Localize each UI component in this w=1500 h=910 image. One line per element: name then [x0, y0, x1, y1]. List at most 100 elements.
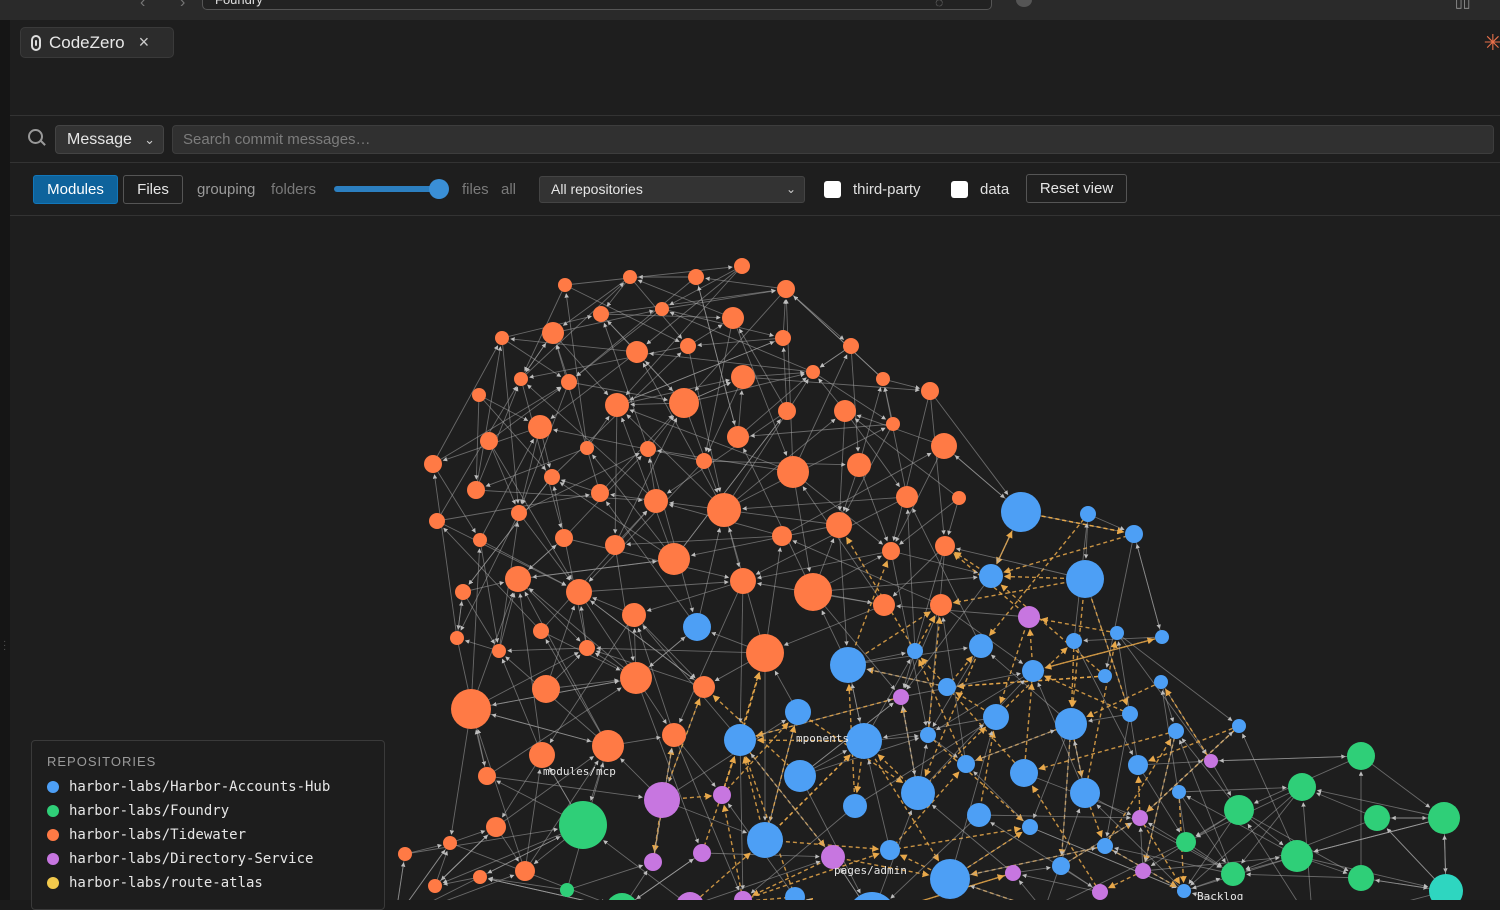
graph-node[interactable] [533, 623, 549, 639]
modules-button[interactable]: Modules [33, 175, 118, 204]
search-mode-select[interactable]: Message ⌄ [55, 125, 164, 154]
graph-node[interactable] [921, 382, 939, 400]
graph-node[interactable] [1221, 862, 1245, 886]
graph-node[interactable] [1066, 560, 1104, 598]
tab-codezero[interactable]: CodeZero × [20, 27, 174, 58]
graph-node[interactable] [669, 388, 699, 418]
graph-node[interactable] [930, 859, 970, 899]
graph-node[interactable] [785, 699, 811, 725]
graph-node[interactable] [680, 338, 696, 354]
graph-node[interactable] [1176, 832, 1196, 852]
graph-node[interactable] [969, 634, 993, 658]
graph-node[interactable] [473, 870, 487, 884]
graph-node[interactable] [893, 689, 909, 705]
graph-node[interactable] [722, 307, 744, 329]
graph-node[interactable] [834, 400, 856, 422]
graph-node[interactable] [826, 512, 852, 538]
graph-node[interactable] [724, 724, 756, 756]
graph-node[interactable] [777, 456, 809, 488]
graph-node[interactable] [605, 535, 625, 555]
graph-node[interactable] [492, 644, 506, 658]
graph-node[interactable] [544, 469, 560, 485]
graph-node[interactable] [896, 486, 918, 508]
graph-node[interactable] [734, 891, 752, 900]
graph-node[interactable] [935, 536, 955, 556]
graph-node[interactable] [731, 365, 755, 389]
graph-node[interactable] [443, 836, 457, 850]
graph-node[interactable] [640, 441, 656, 457]
graph-node[interactable] [983, 704, 1009, 730]
graph-node[interactable] [591, 484, 609, 502]
graph-node[interactable] [1224, 795, 1254, 825]
graph-node[interactable] [542, 322, 564, 344]
graph-node[interactable] [1155, 630, 1169, 644]
data-checkbox[interactable] [951, 181, 968, 198]
graph-node[interactable] [683, 613, 711, 641]
graph-node[interactable] [830, 647, 866, 683]
graph-node[interactable] [882, 542, 900, 560]
graph-node[interactable] [785, 887, 805, 900]
legend-item[interactable]: harbor-labs/Harbor-Accounts-Hub [47, 775, 384, 799]
graph-node[interactable] [658, 543, 690, 575]
graph-node[interactable] [746, 634, 784, 672]
graph-node[interactable] [473, 533, 487, 547]
graph-node[interactable] [676, 892, 704, 900]
graph-node[interactable] [1177, 884, 1191, 898]
graph-node[interactable] [579, 640, 595, 656]
graph-node[interactable] [1122, 706, 1138, 722]
graph-node[interactable] [772, 526, 792, 546]
graph-node[interactable] [848, 892, 896, 900]
graph-node[interactable] [559, 801, 607, 849]
graph-node[interactable] [693, 676, 715, 698]
graph-node[interactable] [1125, 525, 1143, 543]
graph-node[interactable] [428, 879, 442, 893]
globe-icon[interactable] [1016, 0, 1032, 7]
graph-node[interactable] [532, 675, 560, 703]
graph-node[interactable] [1097, 838, 1113, 854]
graph-node[interactable] [528, 415, 552, 439]
third-party-checkbox[interactable] [824, 181, 841, 198]
graph-node[interactable] [1001, 492, 1041, 532]
graph-node[interactable] [467, 481, 485, 499]
graph-node[interactable] [938, 678, 956, 696]
graph-node[interactable] [957, 755, 975, 773]
graph-node[interactable] [713, 786, 731, 804]
graph-node[interactable] [1281, 840, 1313, 872]
graph-node[interactable] [778, 402, 796, 420]
graph-node[interactable] [1288, 773, 1316, 801]
graph-node[interactable] [644, 489, 668, 513]
graph-node[interactable] [593, 306, 609, 322]
graph-node[interactable] [1428, 802, 1460, 834]
graph-node[interactable] [555, 529, 573, 547]
graph-node[interactable] [1098, 669, 1112, 683]
graph-node[interactable] [1092, 884, 1108, 900]
files-button[interactable]: Files [123, 175, 183, 204]
graph-node[interactable] [693, 844, 711, 862]
chevron-left-icon[interactable]: ‹ [140, 0, 145, 12]
chevron-right-icon[interactable]: › [180, 0, 185, 12]
graph-node[interactable] [886, 417, 900, 431]
graph-node[interactable] [930, 594, 952, 616]
graph-node[interactable] [450, 631, 464, 645]
legend-item[interactable]: harbor-labs/Directory-Service [47, 847, 384, 871]
graph-node[interactable] [873, 594, 895, 616]
graph-node[interactable] [931, 433, 957, 459]
graph-node[interactable] [775, 330, 791, 346]
chat-bubble-icon[interactable]: ◌ [935, 0, 943, 10]
graph-node[interactable] [1055, 708, 1087, 740]
graph-node[interactable] [480, 432, 498, 450]
resize-handle-icon[interactable]: ··· [3, 640, 6, 652]
graph-node[interactable] [730, 568, 756, 594]
graph-node[interactable] [843, 794, 867, 818]
graph-node[interactable] [561, 374, 577, 390]
graph-node[interactable] [1022, 819, 1038, 835]
graph-node[interactable] [979, 564, 1003, 588]
graph-node[interactable] [558, 278, 572, 292]
graph-node[interactable] [1132, 810, 1148, 826]
graph-node[interactable] [1128, 755, 1148, 775]
graph-node[interactable] [644, 782, 680, 818]
graph-node[interactable] [605, 393, 629, 417]
graph-node[interactable] [424, 455, 442, 473]
sparkle-icon[interactable]: ✳ [1484, 30, 1500, 56]
graph-node[interactable] [451, 689, 491, 729]
